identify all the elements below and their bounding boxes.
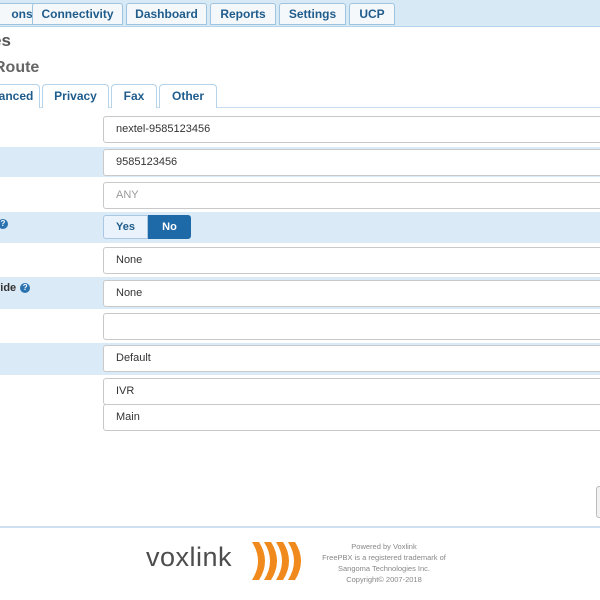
tab-privacy[interactable]: Privacy <box>42 84 109 108</box>
override-label-text: ride <box>0 282 17 294</box>
caller-id-input[interactable]: ANY <box>103 182 600 209</box>
empty-input[interactable] <box>103 313 600 340</box>
toggle-row: ? <box>0 212 600 243</box>
select-one-dropdown[interactable]: None <box>103 247 600 274</box>
trademark-line-two: Sangoma Technologies Inc. <box>337 564 430 573</box>
powered-by-text: Powered by Voxlink <box>351 542 417 551</box>
nav-reports-button[interactable]: Reports <box>210 3 276 25</box>
nav-ucp-button[interactable]: UCP <box>349 3 395 25</box>
nav-settings-button[interactable]: Settings <box>279 3 346 25</box>
description-row: nextel-9585123456 <box>0 113 600 145</box>
tab-fax[interactable]: Fax <box>111 84 157 108</box>
footer-divider <box>0 526 600 528</box>
default-dropdown[interactable]: Default <box>103 345 600 372</box>
destination-value-dropdown[interactable]: Main <box>103 404 600 431</box>
voxlink-logo-icon <box>252 542 301 580</box>
caller-id-row: ANY <box>0 180 600 211</box>
tab-advanced[interactable]: anced <box>0 84 40 108</box>
empty-input-row <box>0 310 600 342</box>
voxlink-logo-text: voxlink <box>146 542 233 572</box>
top-nav-bar: ons Connectivity Dashboard Reports Setti… <box>0 0 600 27</box>
yes-button[interactable]: Yes <box>103 215 148 239</box>
default-row: Default <box>0 343 600 375</box>
override-label: ride? <box>0 282 31 294</box>
help-icon[interactable]: ? <box>20 283 31 293</box>
nav-dashboard-button[interactable]: Dashboard <box>126 3 207 25</box>
page-title: es <box>0 31 11 50</box>
destination-type-dropdown[interactable]: IVR <box>103 378 600 405</box>
help-icon[interactable]: ? <box>0 219 8 229</box>
nav-connectivity-button[interactable]: Connectivity <box>32 3 123 25</box>
freepbx-inbound-route-page: ons Connectivity Dashboard Reports Setti… <box>0 0 600 600</box>
override-row: ride? None <box>0 277 600 309</box>
override-dropdown[interactable]: None <box>103 280 600 307</box>
no-button[interactable]: No <box>148 215 191 239</box>
did-number-input[interactable]: 9585123456 <box>103 149 600 176</box>
did-number-row: 9585123456 <box>0 147 600 177</box>
page-subtitle: Route <box>0 59 40 76</box>
side-action-button[interactable] <box>596 486 600 518</box>
trademark-line-one: FreePBX is a registered trademark of <box>322 553 446 562</box>
tab-other[interactable]: Other <box>159 84 217 108</box>
description-input[interactable]: nextel-9585123456 <box>103 116 600 143</box>
footer-credits: Powered by Voxlink FreePBX is a register… <box>314 541 454 585</box>
select-row-one: None <box>0 244 600 275</box>
copyright-text: Copyright© 2007-2018 <box>346 575 422 584</box>
